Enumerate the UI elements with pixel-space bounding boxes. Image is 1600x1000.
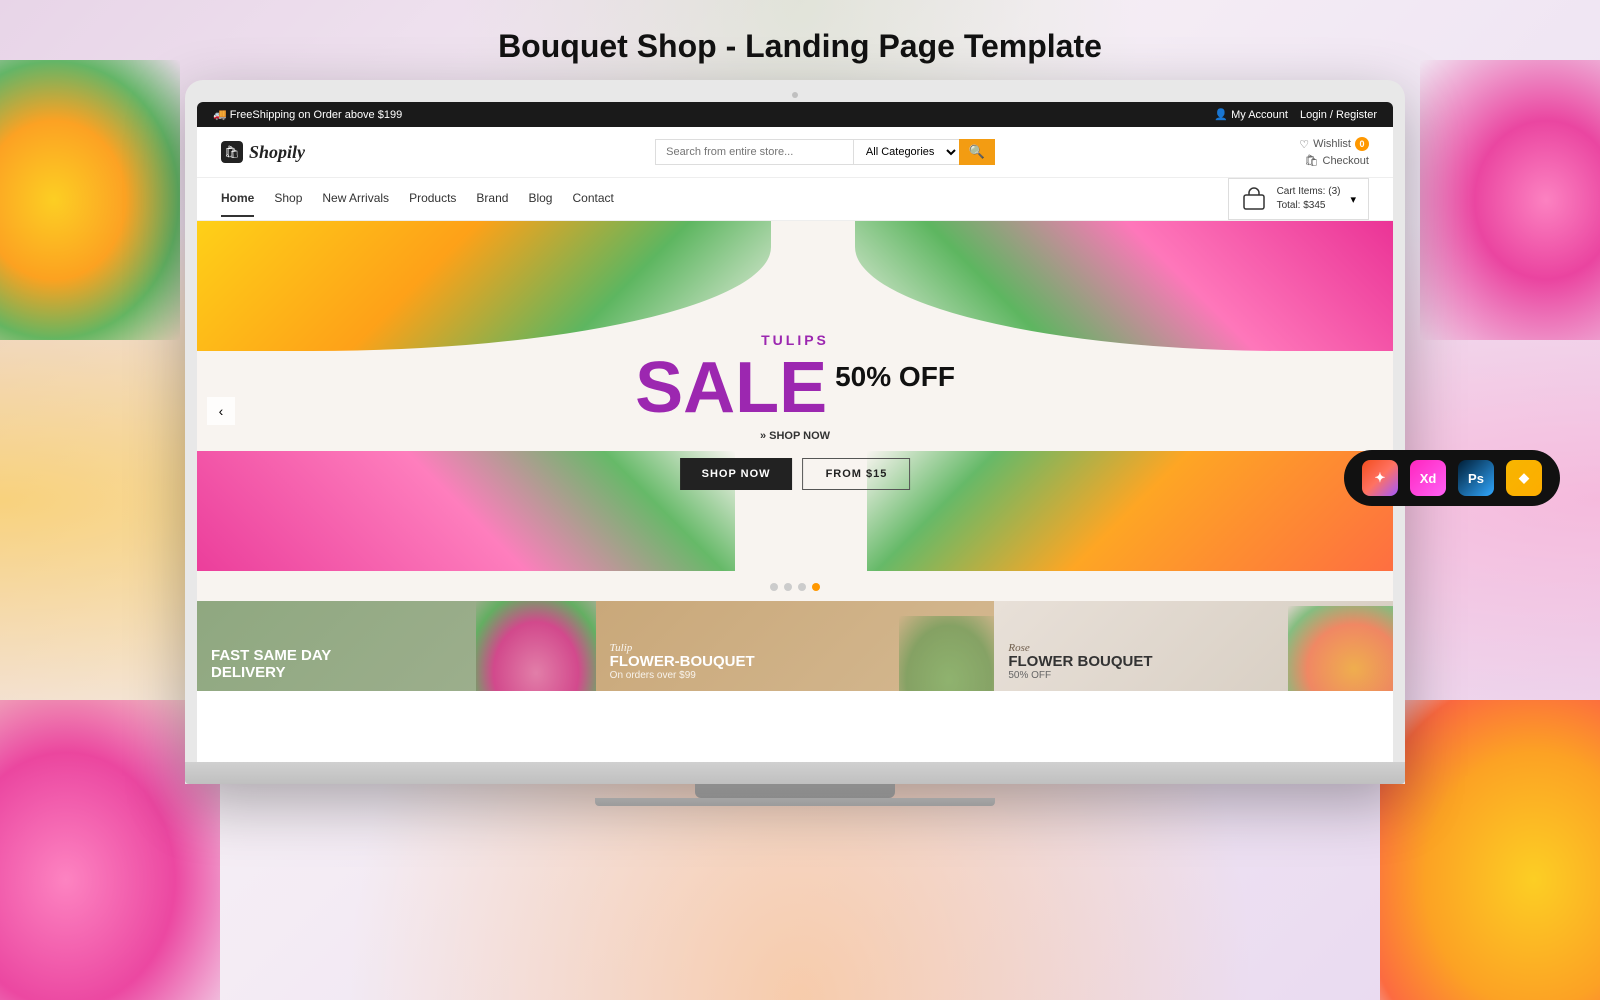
sketch-badge: ◆ <box>1506 460 1542 496</box>
xd-badge: Xd <box>1410 460 1446 496</box>
nav-contact[interactable]: Contact <box>572 181 613 217</box>
nav-links: Home Shop New Arrivals Products Brand Bl… <box>221 181 614 217</box>
prev-arrow-button[interactable]: ‹ <box>207 397 235 425</box>
card-1-title: Fast Same dayDelivery <box>211 648 331 681</box>
camera-dot <box>792 92 798 98</box>
logo-text[interactable]: Shopily <box>249 142 305 163</box>
nav-home[interactable]: Home <box>221 181 254 217</box>
checkout-label: Checkout <box>1323 155 1369 167</box>
hero-buttons: SHOP NOW FROM $15 <box>635 458 955 490</box>
nav-new-arrivals[interactable]: New Arrivals <box>322 181 389 217</box>
hero-sale-detail: 50% OFF <box>835 352 955 394</box>
sketch-icon: ◆ <box>1519 470 1529 486</box>
shop-now-button[interactable]: SHOP NOW <box>680 458 793 490</box>
heart-icon: ♡ <box>1299 138 1309 151</box>
card-3-desc: 50% OFF <box>1008 670 1152 681</box>
search-category-select[interactable]: All Categories <box>853 139 959 165</box>
page-title: Bouquet Shop - Landing Page Template <box>498 28 1102 65</box>
checkout-line[interactable]: 🛍 Checkout <box>1305 154 1369 167</box>
wishlist-line[interactable]: ♡ Wishlist 0 <box>1299 137 1369 151</box>
hero-shop-link[interactable]: » SHOP NOW <box>635 430 955 442</box>
cart-chevron-icon: ▾ <box>1350 193 1356 206</box>
ps-label: Ps <box>1468 471 1484 486</box>
laptop-foot <box>595 798 995 806</box>
cart-total: Total: $345 <box>1277 199 1341 213</box>
card-1-text: Fast Same dayDelivery <box>211 648 331 681</box>
wishlist-label: Wishlist <box>1313 138 1351 150</box>
search-input[interactable] <box>655 139 853 165</box>
slider-dots <box>770 583 820 591</box>
nav-brand[interactable]: Brand <box>476 181 508 217</box>
feature-cards: Fast Same dayDelivery Tulip FLOWER-BOUQU… <box>197 601 1393 691</box>
card-2-text: Tulip FLOWER-BOUQUET On orders over $99 <box>610 642 755 682</box>
card-2-desc: On orders over $99 <box>610 670 755 681</box>
account-text[interactable]: 👤 My Account <box>1214 108 1288 121</box>
cart-widget[interactable]: Cart Items: (3) Total: $345 ▾ <box>1228 178 1369 220</box>
page-flower-tr <box>1420 60 1600 340</box>
card-3-title: FLOWER BOUQUET <box>1008 654 1152 671</box>
nav-products[interactable]: Products <box>409 181 456 217</box>
hero-content: TULIPS SALE 50% OFF » SHOP NOW SHOP NOW … <box>635 332 955 490</box>
bag-icon: 🛍 <box>1305 154 1319 167</box>
logo-area: 🛍 Shopily <box>221 141 351 163</box>
card-3-text: Rose FLOWER BOUQUET 50% OFF <box>1008 642 1152 682</box>
feature-card-2[interactable]: Tulip FLOWER-BOUQUET On orders over $99 <box>596 601 995 691</box>
figma-icon: ✦ <box>1375 470 1386 486</box>
laptop-stand <box>695 784 895 798</box>
announcement-bar: 🚚 FreeShipping on Order above $199 👤 My … <box>197 102 1393 127</box>
laptop-screen: 🚚 FreeShipping on Order above $199 👤 My … <box>197 102 1393 762</box>
xd-label: Xd <box>1420 471 1437 486</box>
laptop-body: 🚚 FreeShipping on Order above $199 👤 My … <box>185 80 1405 784</box>
card-2-title: FLOWER-BOUQUET <box>610 654 755 671</box>
site-header: 🛍 Shopily All Categories 🔍 ♡ Wishlist 0 <box>197 127 1393 178</box>
auth-text[interactable]: Login / Register <box>1300 109 1377 121</box>
from-price-button[interactable]: FROM $15 <box>803 458 911 490</box>
dot-1[interactable] <box>770 583 778 591</box>
dot-3[interactable] <box>798 583 806 591</box>
hero-banner: ‹ TULIPS SALE 50% OFF » SHOP NOW SHOP NO… <box>197 221 1393 601</box>
laptop-base <box>185 762 1405 784</box>
figma-badge: ✦ <box>1362 460 1398 496</box>
shipping-text: 🚚 FreeShipping on Order above $199 <box>213 108 402 121</box>
cart-info: Cart Items: (3) Total: $345 <box>1277 185 1341 213</box>
card-3-subtitle: Rose <box>1008 642 1152 654</box>
hero-tag: TULIPS <box>635 332 955 348</box>
main-nav: Home Shop New Arrivals Products Brand Bl… <box>197 178 1393 221</box>
announcement-left: 🚚 FreeShipping on Order above $199 <box>213 108 402 121</box>
feature-card-3[interactable]: Rose FLOWER BOUQUET 50% OFF <box>994 601 1393 691</box>
wishlist-count: 0 <box>1355 137 1369 151</box>
dot-4[interactable] <box>812 583 820 591</box>
dot-2[interactable] <box>784 583 792 591</box>
nav-shop[interactable]: Shop <box>274 181 302 217</box>
hero-sale-row: SALE 50% OFF <box>635 352 955 424</box>
page-flower-tl <box>0 60 180 340</box>
nav-blog[interactable]: Blog <box>528 181 552 217</box>
cart-icon <box>1241 185 1267 213</box>
cart-items: Cart Items: (3) <box>1277 185 1341 199</box>
announcement-right: 👤 My Account Login / Register <box>1214 108 1377 121</box>
tool-badges: ✦ Xd Ps ◆ <box>1344 450 1560 506</box>
search-button[interactable]: 🔍 <box>959 139 995 165</box>
laptop-mockup: 🚚 FreeShipping on Order above $199 👤 My … <box>185 80 1405 806</box>
search-area: All Categories 🔍 <box>655 139 995 165</box>
page-flower-br <box>1380 700 1600 1000</box>
header-right: ♡ Wishlist 0 🛍 Checkout <box>1299 137 1369 167</box>
hero-sale-text: SALE <box>635 352 827 424</box>
card-2-subtitle: Tulip <box>610 642 755 654</box>
logo-icon: 🛍 <box>221 141 243 163</box>
feature-card-1[interactable]: Fast Same dayDelivery <box>197 601 596 691</box>
ps-badge: Ps <box>1458 460 1494 496</box>
